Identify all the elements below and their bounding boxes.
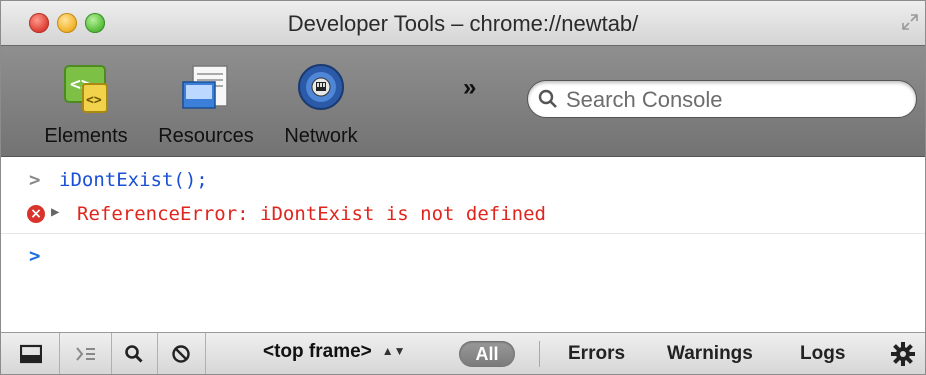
inspect-search-button[interactable] <box>111 333 158 374</box>
clear-icon <box>172 345 190 363</box>
devtools-window: Developer Tools – chrome://newtab/ <> <>… <box>0 0 926 375</box>
prompt-glyph: > <box>29 169 41 191</box>
select-arrows-icon: ▲▼ <box>381 344 406 358</box>
clear-console-button[interactable] <box>157 333 206 374</box>
magnifier-icon <box>125 345 143 363</box>
tab-network-label: Network <box>284 125 358 147</box>
error-text: ReferenceError: iDontExist is not define… <box>77 203 546 225</box>
title-bar: Developer Tools – chrome://newtab/ <box>1 1 925 45</box>
svg-text:<>: <> <box>86 93 102 108</box>
elements-icon: <> <> <box>64 65 108 113</box>
fullscreen-icon[interactable] <box>901 13 919 31</box>
console-command: iDontExist(); <box>59 169 208 191</box>
tab-resources[interactable]: Resources <box>151 60 261 148</box>
error-icon: × <box>27 205 45 223</box>
console-input-echo: > iDontExist(); <box>1 163 925 197</box>
dock-icon <box>20 344 42 364</box>
search-console-input[interactable] <box>564 85 898 115</box>
search-console-field[interactable] <box>527 80 917 118</box>
tab-elements-label: Elements <box>44 125 128 147</box>
tab-network[interactable]: Network <box>271 60 371 148</box>
show-console-button[interactable] <box>59 333 112 374</box>
tab-elements[interactable]: <> <> Elements <box>31 60 141 148</box>
console-error-message: × ▶ ReferenceError: iDontExist is not de… <box>1 197 925 234</box>
status-bar: <top frame> ▲▼ All Errors Warnings Logs <box>1 332 925 374</box>
network-icon <box>298 64 344 110</box>
console-prompt-line[interactable]: > <box>1 239 925 273</box>
search-icon <box>538 89 557 108</box>
tab-resources-label: Resources <box>158 125 254 147</box>
console-output: > iDontExist(); × ▶ ReferenceError: iDon… <box>1 157 925 332</box>
filter-errors-button[interactable]: Errors <box>568 343 625 365</box>
filter-divider <box>539 341 540 367</box>
prompt-caret-icon: > <box>29 245 41 267</box>
filter-warnings-button[interactable]: Warnings <box>667 343 753 365</box>
frame-selector-value: <top frame> <box>263 341 372 362</box>
panel-toolbar: <> <> Elements Resources Network » Searc… <box>1 45 925 157</box>
filter-all-button[interactable]: All <box>459 341 515 367</box>
window-title: Developer Tools – chrome://newtab/ <box>287 11 639 36</box>
resources-icon <box>182 65 228 109</box>
dock-toggle-button[interactable] <box>1 333 60 374</box>
console-drawer-icon <box>76 347 95 361</box>
more-panels-button[interactable]: » <box>463 74 476 102</box>
filter-logs-button[interactable]: Logs <box>800 343 845 365</box>
expand-triangle-icon[interactable]: ▶ <box>51 204 59 220</box>
frame-selector[interactable]: <top frame> ▲▼ <box>263 341 406 367</box>
gear-icon[interactable] <box>891 342 915 366</box>
